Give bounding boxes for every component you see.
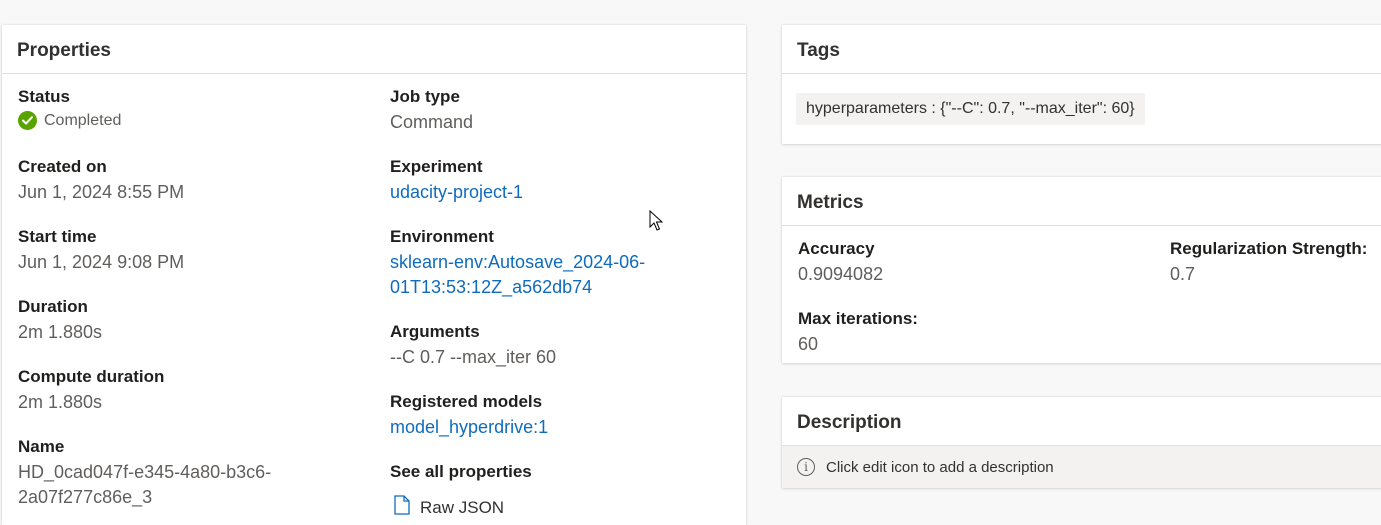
duration-value: 2m 1.880s <box>18 322 103 342</box>
created-on-value: Jun 1, 2024 8:55 PM <box>18 182 185 202</box>
metrics-divider <box>782 225 1381 226</box>
duration-label: Duration <box>18 297 88 316</box>
environment-link-line2[interactable]: 01T13:53:12Z_a562db74 <box>390 275 645 300</box>
max-iterations-metric: Max iterations: 60 <box>798 308 918 357</box>
job-type-value: Command <box>390 112 474 132</box>
status-row: Completed <box>18 111 121 130</box>
created-on-field: Created on Jun 1, 2024 8:55 PM <box>18 156 184 205</box>
tags-divider <box>782 73 1381 74</box>
arguments-label: Arguments <box>390 322 480 341</box>
description-title: Description <box>797 412 902 433</box>
accuracy-value: 0.9094082 <box>798 264 884 284</box>
experiment-link[interactable]: udacity-project-1 <box>390 180 523 205</box>
see-all-properties-label: See all properties <box>390 462 532 481</box>
start-time-field: Start time Jun 1, 2024 9:08 PM <box>18 226 184 275</box>
environment-link-line1[interactable]: sklearn-env:Autosave_2024-06- <box>390 250 645 275</box>
tags-title: Tags <box>797 40 840 61</box>
description-placeholder-bar[interactable]: i Click edit icon to add a description <box>782 446 1381 488</box>
experiment-field: Experiment udacity-project-1 <box>390 156 523 205</box>
description-placeholder: Click edit icon to add a description <box>826 458 1054 476</box>
max-iterations-value: 60 <box>798 334 819 354</box>
job-type-label: Job type <box>390 87 460 106</box>
tags-card: Tags hyperparameters : {"--C": 0.7, "--m… <box>782 25 1381 144</box>
registered-models-label: Registered models <box>390 392 543 411</box>
check-circle-icon <box>18 111 37 130</box>
created-on-label: Created on <box>18 157 107 176</box>
properties-divider <box>2 73 746 74</box>
accuracy-label: Accuracy <box>798 239 875 258</box>
description-card: Description i Click edit icon to add a d… <box>782 397 1381 488</box>
file-code-icon <box>394 495 410 520</box>
tag-pill: hyperparameters : {"--C": 0.7, "--max_it… <box>796 93 1145 125</box>
name-value-line2: 2a07f277c86e_3 <box>18 487 153 507</box>
regularization-label: Regularization Strength: <box>1170 239 1368 258</box>
status-label: Status <box>18 87 70 106</box>
see-all-properties-field: See all properties <box>390 461 532 483</box>
properties-card: Properties Status Completed Created on J… <box>2 25 746 525</box>
properties-title: Properties <box>17 40 111 61</box>
status-field: Status Completed <box>18 86 121 130</box>
info-icon: i <box>797 458 815 476</box>
name-field: Name HD_0cad047f-e345-4a80-b3c6- 2a07f27… <box>18 436 271 510</box>
registered-model-link[interactable]: model_hyperdrive:1 <box>390 415 548 440</box>
compute-duration-field: Compute duration 2m 1.880s <box>18 366 164 415</box>
metrics-card: Metrics Accuracy 0.9094082 Regularizatio… <box>782 177 1381 363</box>
mouse-pointer-icon <box>649 209 664 237</box>
job-type-field: Job type Command <box>390 86 473 135</box>
compute-duration-label: Compute duration <box>18 367 165 386</box>
regularization-metric: Regularization Strength: 0.7 <box>1170 238 1367 287</box>
raw-json-label: Raw JSON <box>420 497 505 517</box>
name-label: Name <box>18 437 65 456</box>
arguments-field: Arguments --C 0.7 --max_iter 60 <box>390 321 556 370</box>
start-time-label: Start time <box>18 227 97 246</box>
experiment-label: Experiment <box>390 157 483 176</box>
registered-models-field: Registered models model_hyperdrive:1 <box>390 391 548 440</box>
start-time-value: Jun 1, 2024 9:08 PM <box>18 252 185 272</box>
accuracy-metric: Accuracy 0.9094082 <box>798 238 883 287</box>
raw-json-link[interactable]: Raw JSON <box>394 495 504 520</box>
status-value: Completed <box>44 111 122 129</box>
metrics-title: Metrics <box>797 192 864 213</box>
duration-field: Duration 2m 1.880s <box>18 296 102 345</box>
arguments-value: --C 0.7 --max_iter 60 <box>390 347 557 367</box>
environment-label: Environment <box>390 227 494 246</box>
name-value-line1: HD_0cad047f-e345-4a80-b3c6- <box>18 462 272 482</box>
environment-field: Environment sklearn-env:Autosave_2024-06… <box>390 226 645 300</box>
max-iterations-label: Max iterations: <box>798 309 918 328</box>
compute-duration-value: 2m 1.880s <box>18 392 103 412</box>
regularization-value: 0.7 <box>1170 264 1196 284</box>
